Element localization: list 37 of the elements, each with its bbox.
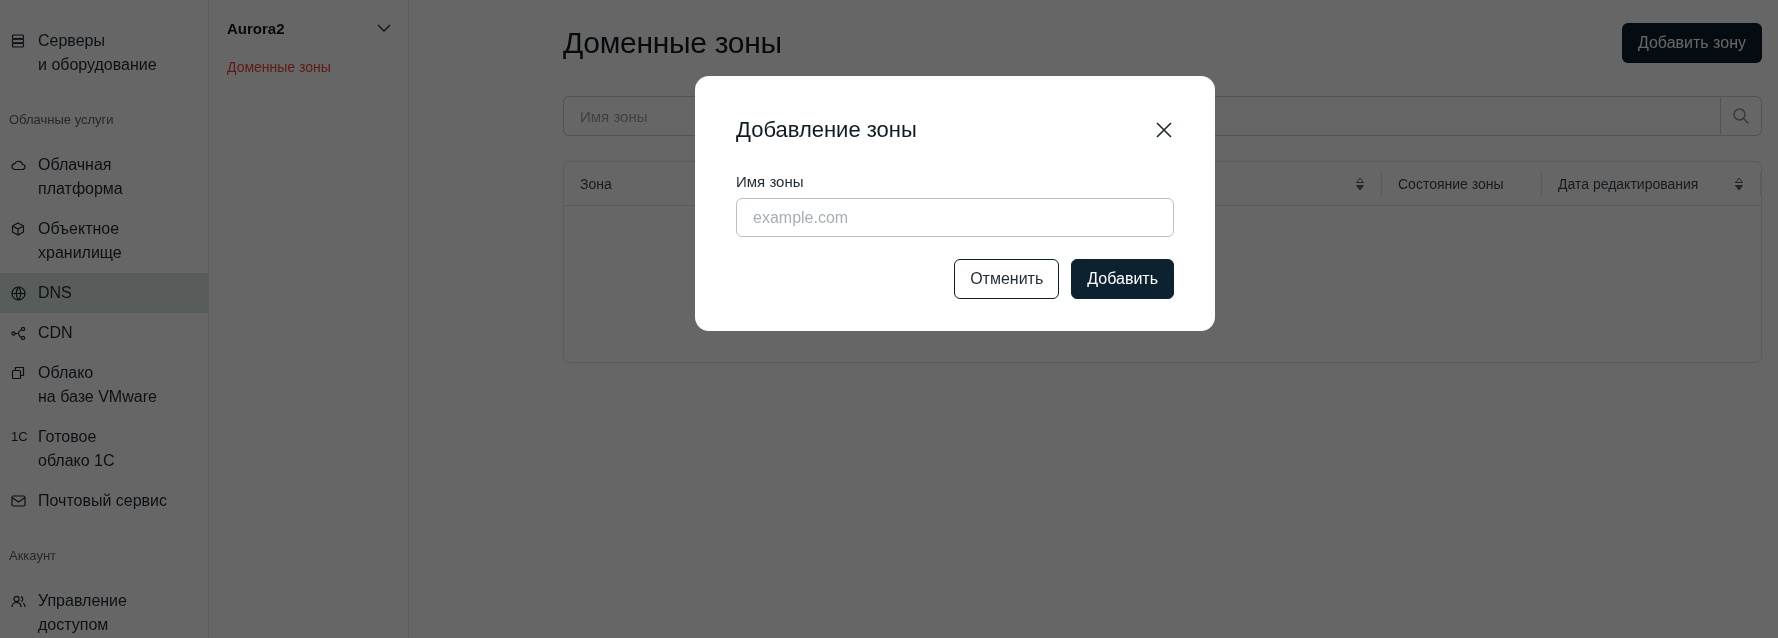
sort-icon[interactable] — [1734, 176, 1744, 191]
sidebar-item[interactable]: 1C Готовое облако 1С — [0, 417, 208, 481]
column-header: Дата редактирования — [1558, 175, 1699, 192]
envelope-icon — [11, 495, 26, 507]
add-zone-button[interactable]: Добавить зону — [1621, 23, 1762, 63]
globe-icon — [11, 285, 26, 301]
server-icon — [11, 34, 25, 48]
sidebar-item[interactable]: DNS — [0, 273, 208, 313]
close-button[interactable] — [1154, 120, 1174, 140]
section-heading: Аккаунт — [8, 547, 58, 565]
column-header: Зона — [580, 175, 612, 192]
nodes-icon — [11, 326, 26, 340]
dialog-title: Добавление зоны — [736, 117, 917, 143]
sidebar-item[interactable]: Серверы и оборудование — [0, 21, 208, 85]
project-selector[interactable]: Aurora2 — [227, 18, 391, 38]
cancel-button[interactable]: Отменить — [954, 259, 1060, 299]
add-button[interactable]: Добавить — [1071, 259, 1174, 299]
search-icon — [1732, 107, 1750, 125]
sidebar-item[interactable]: Облачная платформа — [0, 145, 208, 209]
sidebar-item[interactable]: Облако на базе VMware — [0, 353, 208, 417]
page-title: Доменные зоны — [563, 26, 782, 60]
service-icon: 1C — [11, 425, 28, 449]
sort-icon[interactable] — [1355, 176, 1365, 191]
field-label: Имя зоны — [736, 173, 804, 190]
stack-icon — [11, 366, 25, 380]
column-header: Состояние зоны — [1398, 175, 1504, 192]
sidebar-item[interactable]: CDN — [0, 313, 208, 353]
zone-name-field[interactable]: example.com — [736, 198, 1174, 237]
section-heading: Облачные услуги — [8, 111, 115, 129]
sidebar-item[interactable]: Почтовый сервис — [0, 481, 208, 521]
sidebar-item[interactable]: Объектное хранилище — [0, 209, 208, 273]
nav-link[interactable]: Доменные зоны — [227, 59, 331, 75]
search-button[interactable] — [1720, 96, 1762, 136]
cube-icon — [11, 222, 25, 236]
sidebar-item[interactable]: Управление доступом — [0, 581, 208, 638]
cloud-icon — [11, 159, 26, 171]
users-icon — [11, 594, 26, 608]
